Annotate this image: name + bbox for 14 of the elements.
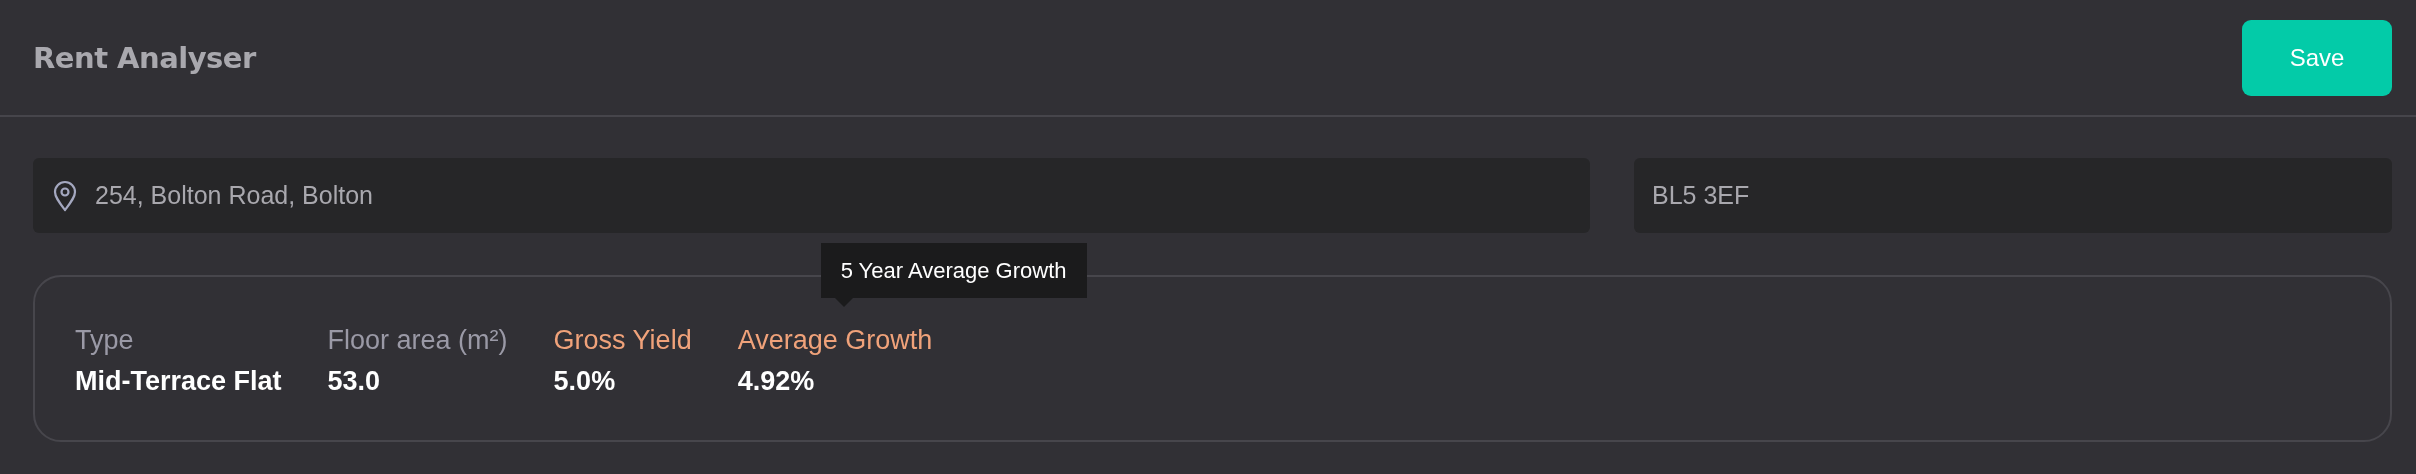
stat-label: Type [75, 325, 134, 356]
stat-value: 53.0 [327, 366, 381, 397]
location-pin-icon [53, 179, 77, 212]
page-title: Rent Analyser [33, 40, 256, 75]
stat-value: 5.0% [553, 366, 616, 397]
stat-label: Gross Yield [553, 325, 692, 356]
tooltip: 5 Year Average Growth [820, 243, 1087, 298]
stat-value: 4.92% [737, 366, 815, 397]
address-field[interactable]: 254, Bolton Road, Bolton [33, 158, 1590, 233]
tooltip-pointer-icon [834, 298, 853, 307]
stat-label: Average Growth [737, 325, 933, 356]
postcode-field[interactable]: BL5 3EF [1634, 158, 2392, 233]
stat-label: Floor area (m²) [327, 325, 508, 356]
stat-value: Mid-Terrace Flat [75, 366, 282, 397]
